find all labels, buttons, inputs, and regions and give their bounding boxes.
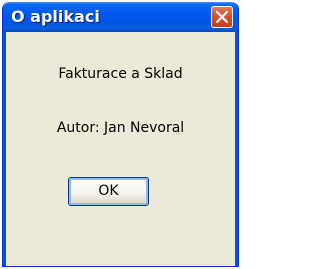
ok-button[interactable]: OK — [68, 177, 149, 206]
about-dialog: O aplikaci Fakturace a Sklad Autor: Jan … — [2, 2, 239, 267]
close-button[interactable] — [211, 6, 233, 28]
dialog-content: Fakturace a Sklad Autor: Jan Nevoral OK — [6, 32, 235, 266]
app-name-label: Fakturace a Sklad — [58, 66, 183, 82]
title-bar[interactable]: O aplikaci — [3, 2, 238, 32]
close-x-icon — [216, 11, 228, 23]
author-label: Autor: Jan Nevoral — [56, 120, 185, 136]
window-border-right — [235, 32, 238, 266]
window-title: O aplikaci — [11, 7, 100, 26]
